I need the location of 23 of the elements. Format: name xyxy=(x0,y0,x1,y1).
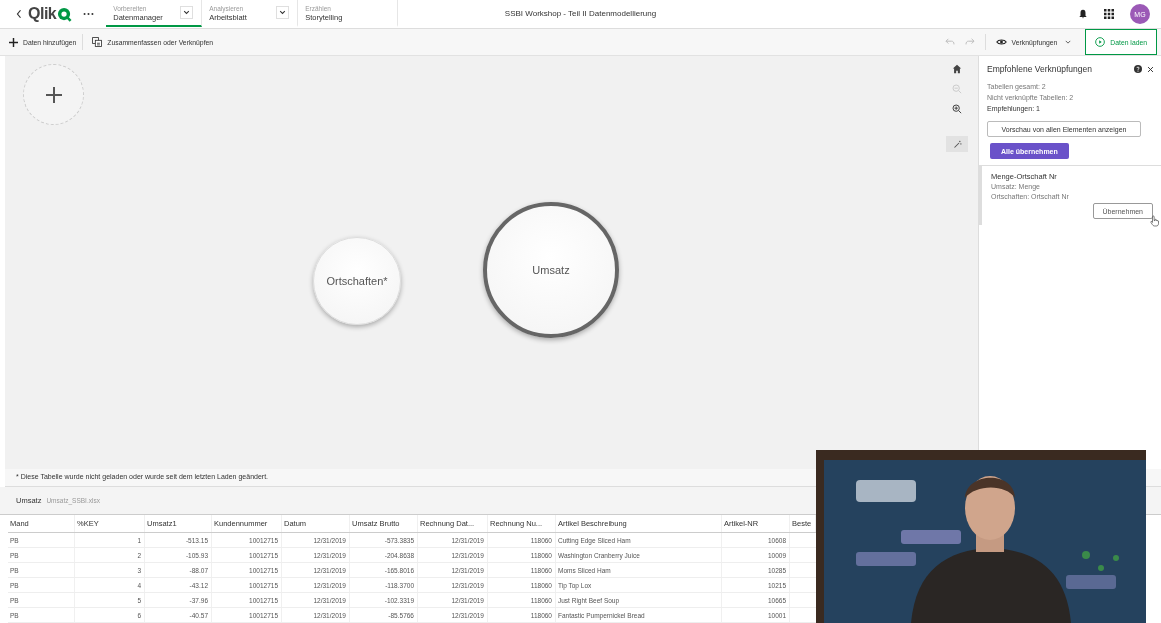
more-icon[interactable] xyxy=(83,12,95,16)
panel-title: Empfohlene Verknüpfungen xyxy=(987,64,1093,74)
plus-icon xyxy=(45,86,62,103)
app-title: SSBI Workshop - Teil II Datenmodellierung xyxy=(503,9,658,18)
eye-icon xyxy=(995,38,1007,46)
table-node[interactable]: Umsatz xyxy=(483,202,619,338)
help-icon[interactable] xyxy=(1134,65,1142,73)
bell-icon[interactable] xyxy=(1078,9,1088,19)
apps-grid-icon[interactable] xyxy=(1104,9,1114,19)
plus-icon xyxy=(9,37,18,47)
close-icon[interactable] xyxy=(1147,65,1154,73)
home-icon[interactable] xyxy=(952,64,962,74)
zoom-in-icon[interactable] xyxy=(952,104,962,114)
back-icon[interactable] xyxy=(16,9,22,19)
play-icon xyxy=(1095,37,1106,47)
caret-icon xyxy=(1065,40,1072,44)
dropdown-icon[interactable] xyxy=(180,6,194,19)
dropdown-icon[interactable] xyxy=(276,6,290,19)
logo[interactable]: Qlik xyxy=(28,5,57,23)
merge-icon xyxy=(92,37,103,47)
logo-mark-icon xyxy=(57,6,73,22)
wand-icon xyxy=(952,139,962,149)
table-node[interactable]: Ortschaften* xyxy=(313,237,401,325)
